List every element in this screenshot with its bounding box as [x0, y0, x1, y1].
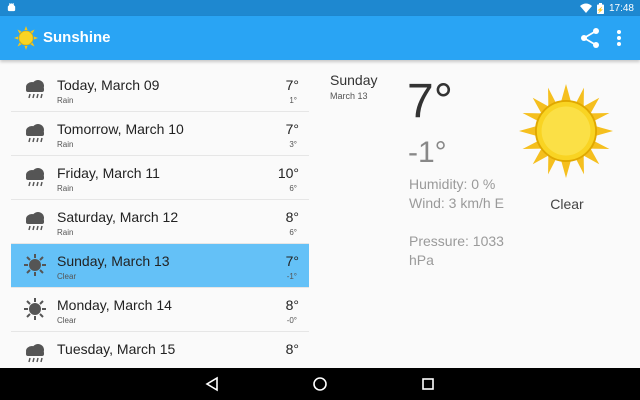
rain-icon [26, 124, 44, 143]
detail-date: March 13 [330, 91, 368, 101]
forecast-date: Today, March 09 [57, 77, 160, 93]
navigation-bar [0, 368, 640, 400]
forecast-description: Clear [57, 272, 77, 281]
forecast-low: -0° [286, 316, 297, 325]
detail-condition: Clear [550, 196, 584, 212]
app-bar: Sunshine [0, 16, 640, 60]
home-icon[interactable] [312, 376, 328, 392]
forecast-description: Rain [57, 184, 74, 193]
forecast-date: Sunday, March 13 [57, 253, 170, 269]
detail-day: Sunday [330, 72, 378, 88]
rain-icon [26, 212, 44, 231]
more-options-icon[interactable] [612, 26, 626, 50]
wifi-icon [579, 3, 592, 13]
detail-low-temp: -1° [408, 136, 447, 169]
forecast-row[interactable]: Tuesday, March 15 8° [11, 332, 309, 368]
forecast-row[interactable]: Today, March 09 Rain 7° 1° [11, 68, 309, 112]
svg-text:⚡: ⚡ [597, 6, 604, 14]
rain-icon [26, 168, 44, 187]
forecast-high: 7° [285, 77, 299, 93]
battery-icon: ⚡ [596, 2, 604, 14]
forecast-date: Saturday, March 12 [57, 209, 179, 225]
forecast-row[interactable]: Friday, March 11 Rain 10° 6° [11, 156, 309, 200]
status-time: 17:48 [608, 2, 634, 14]
rain-icon [26, 344, 44, 363]
detail-high-temp: 7° [407, 75, 453, 128]
forecast-high: 8° [285, 341, 299, 357]
android-notification-icon [7, 3, 16, 12]
rain-icon [26, 80, 44, 99]
forecast-low: 6° [289, 228, 297, 237]
sun-logo-icon [14, 26, 38, 50]
forecast-high: 10° [277, 165, 299, 181]
forecast-date: Friday, March 11 [57, 165, 160, 181]
forecast-date: Monday, March 14 [57, 297, 172, 313]
forecast-description: Clear [57, 316, 77, 325]
forecast-date: Tomorrow, March 10 [57, 121, 184, 137]
forecast-high: 7° [285, 121, 299, 137]
forecast-high: 8° [285, 297, 299, 313]
forecast-date: Tuesday, March 15 [57, 341, 176, 357]
back-icon[interactable] [204, 376, 220, 392]
detail-pressure: Pressure: 1033 hPa [409, 233, 504, 268]
forecast-row-selected[interactable]: Sunday, March 13 Clear 7° -1° [11, 244, 309, 288]
sun-icon [24, 254, 46, 276]
forecast-row[interactable]: Monday, March 14 Clear 8° -0° [11, 288, 309, 332]
forecast-description: Rain [57, 140, 74, 149]
detail-humidity: Humidity: 0 % [409, 176, 496, 192]
share-icon[interactable] [578, 26, 602, 50]
forecast-low: 1° [289, 96, 297, 105]
sun-icon [519, 84, 613, 178]
sun-icon [24, 298, 46, 320]
forecast-description: Rain [57, 228, 74, 237]
forecast-list[interactable]: Today, March 09 Rain 7° 1° Tomorrow, Mar… [11, 68, 309, 368]
forecast-high: 8° [285, 209, 299, 225]
detail-wind: Wind: 3 km/h E [409, 195, 504, 211]
status-bar: ⚡ 17:48 [0, 0, 640, 16]
forecast-row[interactable]: Saturday, March 12 Rain 8° 6° [11, 200, 309, 244]
forecast-low: -1° [286, 272, 297, 281]
forecast-low: 6° [289, 184, 297, 193]
forecast-high: 7° [285, 253, 299, 269]
forecast-low: 3° [289, 140, 297, 149]
forecast-description: Rain [57, 96, 74, 105]
forecast-row[interactable]: Tomorrow, March 10 Rain 7° 3° [11, 112, 309, 156]
app-title: Sunshine [43, 29, 111, 46]
recents-icon[interactable] [420, 376, 436, 392]
